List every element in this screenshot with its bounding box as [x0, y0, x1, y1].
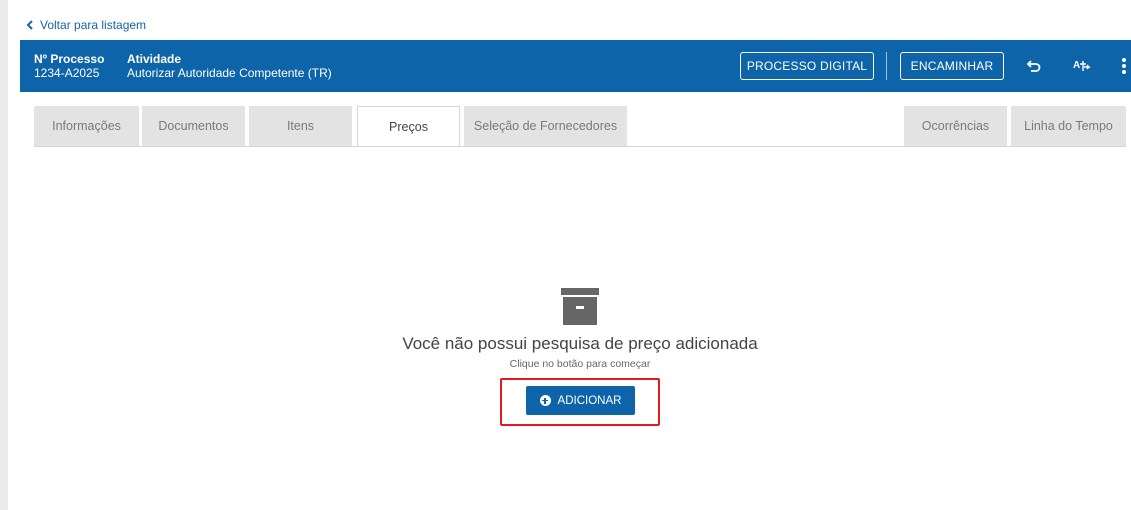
process-header: Nº Processo 1234-A2025 Atividade Autoriz…: [20, 40, 1131, 92]
svg-text:A: A: [1073, 60, 1080, 71]
tabs-divider: [34, 146, 1126, 147]
atividade-block: Atividade Autorizar Autoridade Competent…: [127, 52, 332, 81]
add-button[interactable]: ADICIONAR: [526, 386, 635, 415]
translate-icon[interactable]: A: [1070, 54, 1094, 78]
tab-informacoes[interactable]: Informações: [34, 106, 139, 146]
back-to-list-link[interactable]: Voltar para listagem: [26, 16, 146, 34]
processo-label: Nº Processo: [34, 52, 105, 66]
header-divider: [886, 52, 887, 80]
tab-selecao-fornecedores[interactable]: Seleção de Fornecedores: [464, 106, 627, 146]
add-button-label: ADICIONAR: [557, 394, 622, 407]
app-frame: Voltar para listagem Nº Processo 1234-A2…: [0, 0, 1131, 510]
processo-value: 1234-A2025: [34, 66, 100, 80]
chevron-left-icon: [26, 20, 33, 30]
empty-state-title: Você não possui pesquisa de preço adicio…: [402, 334, 758, 353]
empty-state-subtitle: Clique no botão para começar: [509, 358, 651, 370]
tab-ocorrencias[interactable]: Ocorrências: [904, 106, 1007, 146]
atividade-value: Autorizar Autoridade Competente (TR): [127, 66, 332, 80]
tab-precos[interactable]: Preços: [357, 106, 460, 147]
more-vertical-icon[interactable]: [1112, 54, 1131, 78]
undo-icon[interactable]: [1022, 54, 1046, 78]
tab-linha-do-tempo[interactable]: Linha do Tempo: [1011, 106, 1126, 146]
processo-block: Nº Processo 1234-A2025: [34, 52, 104, 81]
processo-digital-button[interactable]: PROCESSO DIGITAL: [740, 52, 874, 80]
plus-circle-icon: [539, 395, 551, 406]
atividade-label: Atividade: [127, 52, 182, 66]
archive-box-icon: [561, 288, 599, 325]
back-link-label: Voltar para listagem: [40, 18, 147, 32]
left-edge: [0, 0, 8, 510]
encaminhar-button[interactable]: ENCAMINHAR: [900, 52, 1004, 80]
tab-itens[interactable]: Itens: [249, 106, 352, 146]
tab-documentos[interactable]: Documentos: [142, 106, 245, 146]
